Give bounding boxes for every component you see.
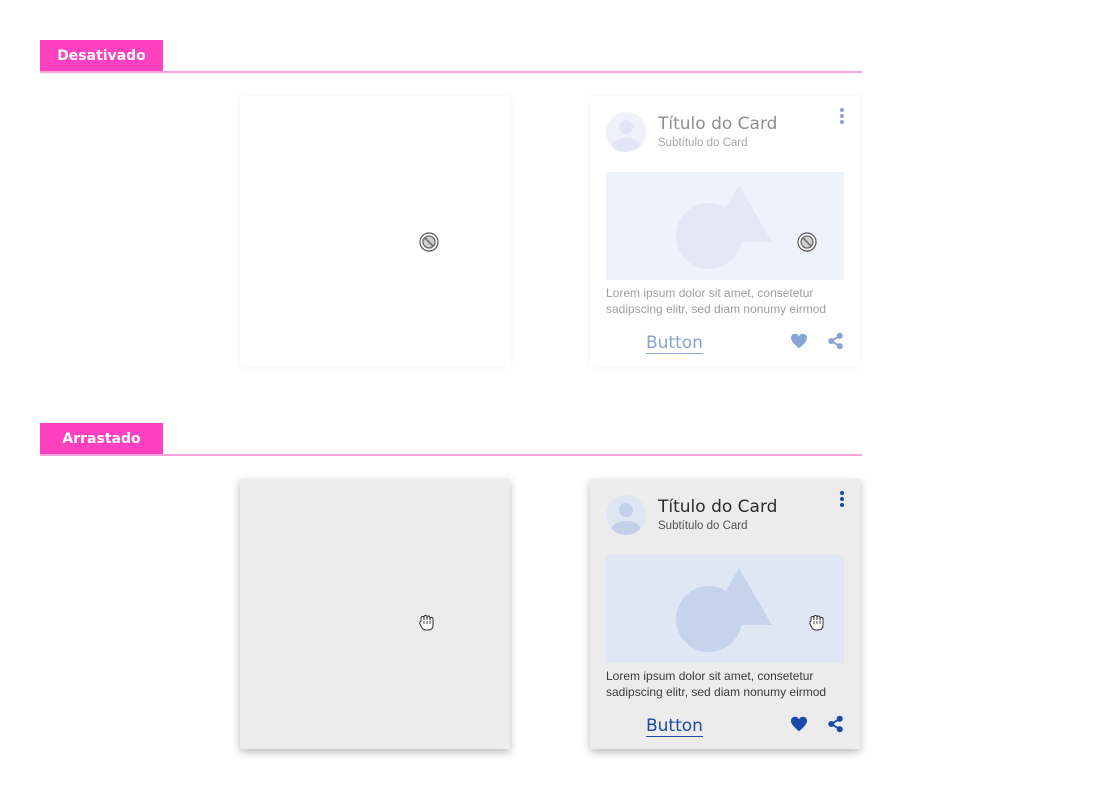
blank-card-dragged[interactable] (240, 479, 510, 749)
more-vertical-icon[interactable] (838, 490, 846, 508)
grab-hand-icon (419, 614, 434, 631)
more-vertical-icon[interactable] (838, 107, 846, 125)
card-body-text: Lorem ipsum dolor sit amet, consetetur s… (606, 286, 827, 316)
not-allowed-icon (797, 232, 817, 252)
content-card-dragged[interactable]: Título do Card Subtítulo do Card Lorem i… (590, 479, 860, 749)
card-subtitle: Subtítulo do Card (658, 137, 748, 149)
card-subtitle: Subtítulo do Card (658, 520, 748, 532)
section-divider (40, 454, 862, 456)
heart-icon[interactable] (790, 716, 808, 732)
card-media-placeholder (606, 555, 844, 663)
not-allowed-icon (419, 232, 439, 252)
card-title: Título do Card (658, 497, 778, 517)
section-tag-dragged: Arrastado (40, 423, 163, 455)
content-card-disabled: Título do Card Subtítulo do Card Lorem i… (590, 96, 860, 366)
card-media-placeholder (606, 172, 844, 280)
grab-hand-icon (809, 614, 824, 631)
share-icon[interactable] (827, 332, 844, 350)
card-text-button[interactable]: Button (646, 717, 703, 737)
avatar (606, 495, 646, 535)
card-text-button[interactable]: Button (646, 334, 703, 354)
section-tag-disabled: Desativado (40, 40, 163, 72)
blank-card-disabled (240, 96, 510, 366)
card-body-text: Lorem ipsum dolor sit amet, consetetur s… (606, 669, 827, 699)
card-title: Título do Card (658, 114, 778, 134)
heart-icon[interactable] (790, 333, 808, 349)
share-icon[interactable] (827, 715, 844, 733)
section-divider (40, 71, 862, 73)
avatar (606, 112, 646, 152)
